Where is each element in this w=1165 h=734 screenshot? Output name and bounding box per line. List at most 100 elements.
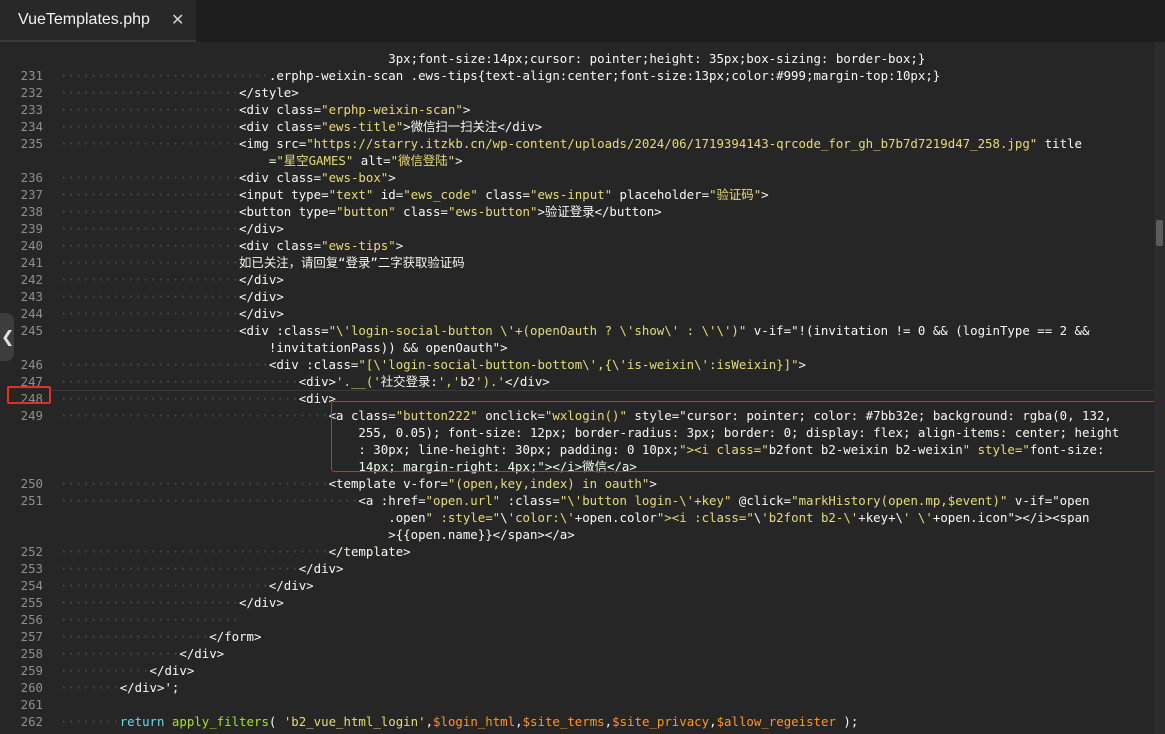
tab-vuetemplates[interactable]: VueTemplates.php ✕ [0, 0, 196, 42]
code-text[interactable]: ························</div> [60, 594, 284, 611]
line-number: 243 [20, 289, 43, 304]
code-line[interactable]: 259 ············</div> [0, 662, 1154, 679]
side-panel-toggle[interactable]: ❮ [0, 313, 14, 361]
code-text[interactable]: ························</div> [60, 305, 284, 322]
code-text[interactable]: 3px;font-size:14px;cursor: pointer;heigh… [60, 50, 925, 67]
code-line[interactable]: 236 ························<div class="e… [0, 169, 1154, 186]
code-text[interactable]: ····························.erphp-weixi… [60, 67, 940, 84]
code-line[interactable]: 242 ························</div> [0, 271, 1154, 288]
code-line[interactable]: 261 [0, 696, 1154, 713]
code-text[interactable]: ························<div class="ews-… [60, 118, 542, 135]
code-text[interactable]: ····························<div :class=… [60, 356, 806, 373]
code-text[interactable]: ························如已关注，请回复“登录”二字获取… [60, 254, 465, 271]
code-line[interactable]: 3px;font-size:14px;cursor: pointer;heigh… [0, 50, 1154, 67]
code-text[interactable]: ································</div> [60, 560, 343, 577]
code-text[interactable]: ····························</div> [60, 577, 314, 594]
code-text[interactable]: ························<input type="tex… [60, 186, 769, 203]
code-text[interactable]: >{{open.name}}</span></a> [60, 526, 575, 543]
line-number: 259 [20, 663, 43, 678]
code-line[interactable]: 235 ························<img src="htt… [0, 135, 1154, 152]
code-text[interactable]: ························<div class="ews-… [60, 237, 403, 254]
code-line[interactable]: 234 ························<div class="e… [0, 118, 1154, 135]
line-number: 258 [20, 646, 43, 661]
code-line[interactable]: >{{open.name}}</span></a> [0, 526, 1154, 543]
line-number: 253 [20, 561, 43, 576]
line-number: 249 [20, 408, 43, 423]
code-editor[interactable]: 3px;font-size:14px;cursor: pointer;heigh… [0, 42, 1154, 734]
code-text[interactable]: ················</div> [60, 645, 224, 662]
code-text[interactable]: ····································</te… [60, 543, 411, 560]
code-text[interactable]: ························<button type="bu… [60, 203, 662, 220]
vertical-scrollbar[interactable] [1154, 42, 1165, 734]
line-number: 233 [20, 102, 43, 117]
line-number: 239 [20, 221, 43, 236]
code-line[interactable]: 247 ································<div>… [0, 373, 1154, 390]
line-number: 235 [20, 136, 43, 151]
line-number: 242 [20, 272, 43, 287]
code-line[interactable]: 255 ························</div> [0, 594, 1154, 611]
code-text[interactable]: ····················</form> [60, 628, 261, 645]
code-text[interactable]: ························</style> [60, 84, 299, 101]
code-line[interactable] [0, 42, 1154, 50]
line-number: 260 [20, 680, 43, 695]
code-text[interactable]: ························</div> [60, 288, 284, 305]
code-line[interactable]: 238 ························<button type=… [0, 203, 1154, 220]
line-number: 251 [20, 493, 43, 508]
code-line[interactable]: 245 ························<div :class="… [0, 322, 1154, 339]
code-line[interactable]: 231 ····························.erphp-we… [0, 67, 1154, 84]
code-text[interactable]: ····································<tem… [60, 475, 657, 492]
line-number: 255 [20, 595, 43, 610]
line-number: 240 [20, 238, 43, 253]
code-line[interactable]: 233 ························<div class="e… [0, 101, 1154, 118]
code-line[interactable]: 256 ························ [0, 611, 1154, 628]
code-line[interactable]: 240 ························<div class="e… [0, 237, 1154, 254]
code-line[interactable]: 251 ·····································… [0, 492, 1154, 509]
code-line[interactable]: .open" :style="\'color:\'+open.color"><i… [0, 509, 1154, 526]
code-line[interactable]: 232 ························</style> [0, 84, 1154, 101]
code-text[interactable]: ············</div> [60, 662, 194, 679]
code-text[interactable]: !invitationPass)) && openOauth"> [60, 339, 508, 356]
scrollbar-thumb[interactable] [1156, 220, 1163, 246]
code-text[interactable]: ························<div class="ews-… [60, 169, 396, 186]
code-text[interactable]: .open" :style="\'color:\'+open.color"><i… [60, 509, 1089, 526]
code-line[interactable]: 257 ····················</form> [0, 628, 1154, 645]
code-text[interactable]: ········return apply_filters( 'b2_vue_ht… [60, 713, 858, 730]
line-number: 262 [20, 714, 43, 729]
code-line[interactable]: 239 ························</div> [0, 220, 1154, 237]
code-line[interactable]: 252 ····································<… [0, 543, 1154, 560]
code-line[interactable]: 254 ····························</div> [0, 577, 1154, 594]
code-line[interactable]: 241 ························如已关注，请回复“登录”二… [0, 254, 1154, 271]
line-number: 237 [20, 187, 43, 202]
close-icon[interactable]: ✕ [171, 10, 184, 29]
code-text[interactable]: ························</div> [60, 220, 284, 237]
code-text[interactable]: ········</div>'; [60, 679, 179, 696]
code-line[interactable]: 262 ········return apply_filters( 'b2_vue… [0, 713, 1154, 730]
code-text[interactable]: ································<div> [60, 390, 336, 407]
code-line[interactable]: 237 ························<input type="… [0, 186, 1154, 203]
line-number: 257 [20, 629, 43, 644]
code-line[interactable]: !invitationPass)) && openOauth"> [0, 339, 1154, 356]
chevron-left-icon[interactable]: ❮ [1, 327, 14, 346]
line-number: 234 [20, 119, 43, 134]
code-text[interactable]: ························ [60, 611, 239, 628]
code-lines[interactable]: 3px;font-size:14px;cursor: pointer;heigh… [0, 42, 1154, 730]
line-number: 232 [20, 85, 43, 100]
code-text[interactable]: ························</div> [60, 271, 284, 288]
code-line[interactable]: 244 ························</div> [0, 305, 1154, 322]
code-text[interactable]: ························<img src="https:… [60, 135, 1082, 152]
code-text[interactable]: ························<div :class="\'l… [60, 322, 1089, 339]
code-text[interactable]: ································<div>'._… [60, 373, 550, 390]
line-number: 261 [20, 697, 43, 712]
code-line[interactable]: 246 ····························<div :cla… [0, 356, 1154, 373]
code-line[interactable]: 258 ················</div> [0, 645, 1154, 662]
code-line[interactable]: ="星空GAMES" alt="微信登陆"> [0, 152, 1154, 169]
code-line[interactable]: 250 ····································<… [0, 475, 1154, 492]
code-text[interactable]: ························<div class="erph… [60, 101, 470, 118]
code-line[interactable]: 260 ········</div>'; [0, 679, 1154, 696]
code-line[interactable]: 253 ································</div… [0, 560, 1154, 577]
code-highlight-box [331, 401, 1154, 472]
code-line[interactable]: 243 ························</div> [0, 288, 1154, 305]
code-text[interactable]: ="星空GAMES" alt="微信登陆"> [60, 152, 463, 169]
code-text[interactable]: ········································… [60, 492, 1090, 509]
tab-title[interactable]: VueTemplates.php [18, 11, 150, 29]
